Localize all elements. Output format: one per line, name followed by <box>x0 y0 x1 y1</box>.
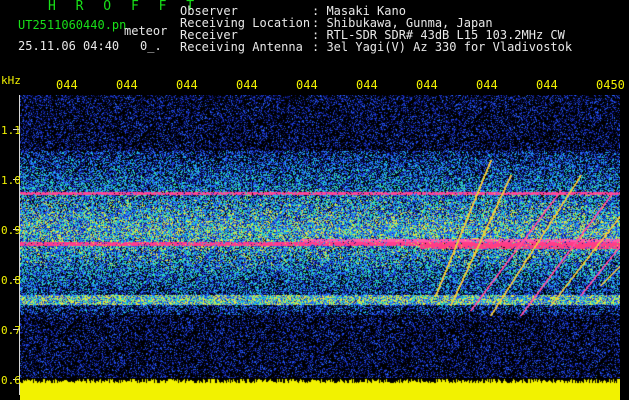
time-tick: 044 <box>116 78 138 92</box>
time-tick: 0450 <box>596 78 625 92</box>
frequency-tick-label: 1.0 <box>1 174 21 187</box>
time-tick: 044 <box>236 78 258 92</box>
frequency-tick-label: 0.6 <box>1 374 21 387</box>
signal-power-bar <box>20 378 620 400</box>
time-tick: 044 <box>536 78 558 92</box>
time-tick: 044 <box>356 78 378 92</box>
frequency-tick-label: 0.9 <box>1 224 21 237</box>
time-axis: 044 044 044 044 044 044 044 044 044 0450 <box>0 78 629 92</box>
time-tick: 044 <box>416 78 438 92</box>
header-title: H R O F F T <box>48 0 201 14</box>
date-time: 25.11.06 04:40 <box>18 39 120 53</box>
time-tick: 044 <box>56 78 78 92</box>
status-flag: 0_. <box>140 39 162 53</box>
antenna-label: Receiving Antenna <box>180 40 303 54</box>
frequency-tick-label: 0.8 <box>1 274 21 287</box>
frequency-tick-label: 0.7 <box>1 324 21 337</box>
antenna-value: : 3el Yagi(V) Az 330 for Vladivostok <box>312 40 573 54</box>
spectrogram <box>20 95 620 380</box>
meteor-tag: meteor <box>124 24 168 38</box>
time-tick: 044 <box>296 78 318 92</box>
file-name: UT2511060440.pn <box>18 18 127 32</box>
spectrogram-canvas <box>20 95 620 380</box>
frequency-tick-label: 1.1 <box>1 124 21 137</box>
time-tick: 044 <box>176 78 198 92</box>
time-tick: 044 <box>476 78 498 92</box>
right-margin <box>620 95 629 380</box>
